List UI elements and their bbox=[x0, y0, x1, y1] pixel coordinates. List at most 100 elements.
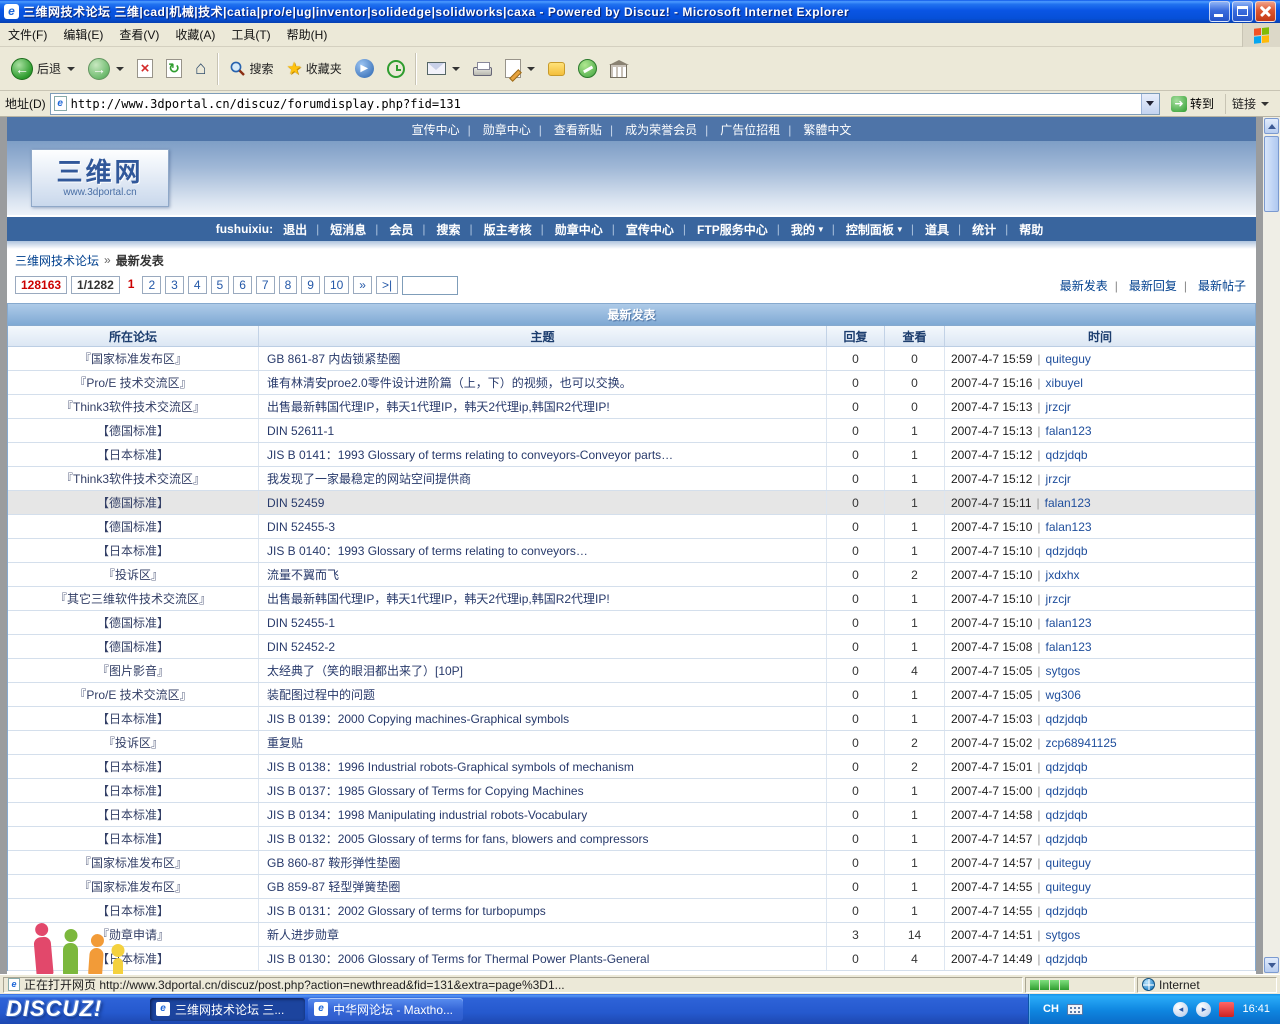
topic-link[interactable]: DIN 52455-1 bbox=[267, 616, 335, 630]
keyboard-icon[interactable] bbox=[1066, 1003, 1083, 1015]
media-button[interactable]: ▶ bbox=[349, 50, 380, 88]
page-link[interactable]: 4 bbox=[187, 276, 207, 294]
forum-link[interactable]: 【日本标准】 bbox=[97, 446, 169, 463]
forum-link[interactable]: 『勋章申请』 bbox=[97, 926, 169, 943]
topic-link[interactable]: 新人进步勋章 bbox=[267, 926, 339, 943]
user-nav-link[interactable]: 搜索 bbox=[434, 221, 481, 238]
author-link[interactable]: falan123 bbox=[1046, 520, 1092, 534]
edit-button[interactable] bbox=[499, 50, 541, 88]
author-link[interactable]: quiteguy bbox=[1046, 856, 1091, 870]
close-button[interactable] bbox=[1255, 1, 1276, 22]
forum-link[interactable]: 【日本标准】 bbox=[97, 710, 169, 727]
last-page-link[interactable]: >| bbox=[375, 276, 399, 294]
vertical-scrollbar[interactable] bbox=[1263, 117, 1280, 974]
topic-link[interactable]: DIN 52459 bbox=[267, 496, 324, 510]
forum-link[interactable]: 『Pro/E 技术交流区』 bbox=[74, 374, 191, 391]
topic-link[interactable]: JIS B 0132：2005 Glossary of terms for fa… bbox=[267, 830, 649, 847]
discuss-button[interactable] bbox=[542, 50, 571, 88]
forum-link[interactable]: 【德国标准】 bbox=[97, 518, 169, 535]
menu-item[interactable]: 文件(F) bbox=[0, 23, 55, 46]
forum-link[interactable]: 『国家标准发布区』 bbox=[79, 854, 187, 871]
language-indicator[interactable]: CH bbox=[1043, 1003, 1059, 1015]
forum-link[interactable]: 【日本标准】 bbox=[97, 950, 169, 967]
forum-link[interactable]: 『Think3软件技术交流区』 bbox=[61, 470, 205, 487]
author-link[interactable]: qdzjdqb bbox=[1046, 832, 1088, 846]
menu-item[interactable]: 收藏(A) bbox=[167, 23, 223, 46]
page-link[interactable]: 9 bbox=[301, 276, 320, 294]
page-link[interactable]: 3 bbox=[165, 276, 184, 294]
forum-link[interactable]: 『国家标准发布区』 bbox=[79, 350, 187, 367]
topic-link[interactable]: GB 859-87 轻型弹簧垫圈 bbox=[267, 878, 400, 895]
author-link[interactable]: falan123 bbox=[1046, 424, 1092, 438]
home-button[interactable]: ⌂ bbox=[189, 50, 212, 88]
top-nav-link[interactable]: 成为荣誉会员 bbox=[623, 121, 718, 138]
forward-button[interactable]: → bbox=[82, 50, 130, 88]
forum-link[interactable]: 『投诉区』 bbox=[103, 734, 163, 751]
view-link[interactable]: 最新帖子 bbox=[1196, 277, 1248, 294]
scrollbar-thumb[interactable] bbox=[1264, 136, 1279, 212]
menu-item[interactable]: 查看(V) bbox=[111, 23, 167, 46]
page-link[interactable]: 1 bbox=[123, 276, 139, 294]
research-button[interactable] bbox=[604, 50, 633, 88]
stop-button[interactable]: × bbox=[131, 50, 159, 88]
topic-link[interactable]: 装配图过程中的问题 bbox=[267, 686, 375, 703]
author-link[interactable]: sytgos bbox=[1046, 928, 1081, 942]
topic-link[interactable]: JIS B 0131：2002 Glossary of terms for tu… bbox=[267, 902, 546, 919]
user-nav-link[interactable]: 勋章中心 bbox=[553, 221, 624, 238]
refresh-button[interactable]: ↻ bbox=[160, 50, 188, 88]
author-link[interactable]: qdzjdqb bbox=[1046, 808, 1088, 822]
page-link[interactable]: 8 bbox=[278, 276, 298, 294]
back-button[interactable]: ← 后退 bbox=[5, 50, 81, 88]
print-button[interactable] bbox=[467, 50, 498, 88]
topic-link[interactable]: JIS B 0139：2000 Copying machines-Graphic… bbox=[267, 710, 569, 727]
author-link[interactable]: jrzcjr bbox=[1046, 400, 1071, 414]
author-link[interactable]: qdzjdqb bbox=[1046, 760, 1088, 774]
messenger-button[interactable] bbox=[572, 50, 603, 88]
taskbar-window-button[interactable]: e 中华网论坛 - Maxtho... bbox=[308, 997, 463, 1021]
top-nav-link[interactable]: 勋章中心 bbox=[481, 121, 552, 138]
user-nav-link[interactable]: 短消息 bbox=[328, 221, 387, 238]
topic-link[interactable]: JIS B 0134：1998 Manipulating industrial … bbox=[267, 806, 587, 823]
topic-link[interactable]: JIS B 0130：2006 Glossary of Terms for Th… bbox=[267, 950, 649, 967]
forum-link[interactable]: 『其它三维软件技术交流区』 bbox=[55, 590, 211, 607]
view-link[interactable]: 最新发表 bbox=[1058, 277, 1127, 294]
search-button[interactable]: 搜索 bbox=[223, 50, 280, 88]
page-jump-input[interactable] bbox=[402, 275, 459, 295]
author-link[interactable]: quiteguy bbox=[1046, 880, 1091, 894]
minimize-button[interactable] bbox=[1209, 1, 1230, 22]
user-nav-link[interactable]: 我的 ▼ bbox=[789, 221, 844, 238]
forum-link[interactable]: 【日本标准】 bbox=[97, 758, 169, 775]
forum-link[interactable]: 『国家标准发布区』 bbox=[79, 878, 187, 895]
topic-link[interactable]: JIS B 0137：1985 Glossary of Terms for Co… bbox=[267, 782, 584, 799]
links-toolbar[interactable]: 链接 bbox=[1224, 93, 1275, 114]
forum-link[interactable]: 【日本标准】 bbox=[97, 902, 169, 919]
menu-item[interactable]: 编辑(E) bbox=[55, 23, 111, 46]
menu-item[interactable]: 工具(T) bbox=[223, 23, 278, 46]
author-link[interactable]: falan123 bbox=[1045, 496, 1091, 510]
user-nav-link[interactable]: 退出 bbox=[281, 221, 328, 238]
topic-link[interactable]: DIN 52452-2 bbox=[267, 640, 335, 654]
scroll-up-button[interactable] bbox=[1264, 118, 1279, 134]
page-link[interactable]: 7 bbox=[255, 276, 275, 294]
user-nav-link[interactable]: 统计 bbox=[970, 221, 1017, 238]
page-link[interactable]: 5 bbox=[210, 276, 230, 294]
forum-link[interactable]: 【德国标准】 bbox=[97, 494, 169, 511]
forum-link[interactable]: 【日本标准】 bbox=[97, 542, 169, 559]
author-link[interactable]: qdzjdqb bbox=[1046, 784, 1088, 798]
user-nav-link[interactable]: 道具 bbox=[923, 221, 970, 238]
author-link[interactable]: quiteguy bbox=[1046, 352, 1091, 366]
author-link[interactable]: sytgos bbox=[1046, 664, 1081, 678]
forum-link[interactable]: 【德国标准】 bbox=[97, 422, 169, 439]
forum-link[interactable]: 【德国标准】 bbox=[97, 614, 169, 631]
address-dropdown-button[interactable] bbox=[1140, 93, 1159, 114]
user-nav-link[interactable]: 会员 bbox=[387, 221, 434, 238]
forum-link[interactable]: 【日本标准】 bbox=[97, 782, 169, 799]
topic-link[interactable]: DIN 52611-1 bbox=[267, 424, 334, 438]
topic-link[interactable]: JIS B 0140：1993 Glossary of terms relati… bbox=[267, 542, 588, 559]
top-nav-link[interactable]: 查看新贴 bbox=[552, 121, 623, 138]
menu-item[interactable]: 帮助(H) bbox=[279, 23, 336, 46]
topic-link[interactable]: GB 861-87 内齿锁紧垫圈 bbox=[267, 350, 400, 367]
top-nav-link[interactable]: 繁體中文 bbox=[801, 121, 853, 138]
author-link[interactable]: qdzjdqb bbox=[1046, 712, 1088, 726]
forum-link[interactable]: 『图片影音』 bbox=[97, 662, 169, 679]
